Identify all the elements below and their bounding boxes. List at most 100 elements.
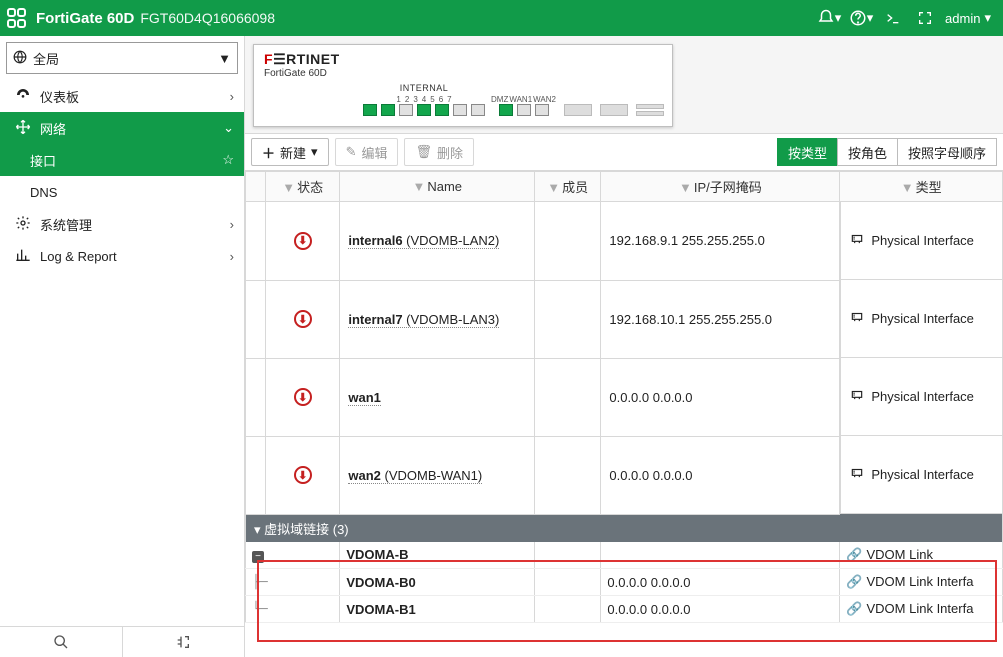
view-by-type[interactable]: 按类型 <box>777 138 838 166</box>
nav-dns[interactable]: DNS <box>0 176 244 208</box>
port[interactable] <box>417 104 431 116</box>
fullscreen-icon[interactable] <box>909 0 941 36</box>
user-label: admin <box>945 11 980 26</box>
create-button[interactable]: ＋新建 ▾ <box>251 138 329 166</box>
product-name: FortiGate 60D <box>36 10 134 27</box>
brand-a: F <box>264 51 273 67</box>
view-alpha[interactable]: 按照字母顺序 <box>897 138 997 166</box>
cell-type: 🔗VDOM Link <box>840 542 1003 569</box>
cell-name: VDOMA-B <box>340 542 535 569</box>
trash-icon: 🗑 <box>415 144 432 160</box>
search-icon[interactable] <box>0 627 122 657</box>
tree-collapse-icon[interactable]: − <box>252 551 264 563</box>
btn-label: 新建 <box>280 143 306 162</box>
help-icon[interactable]: ▾ <box>845 0 877 36</box>
tree-branch-icon: ├─ <box>252 575 268 590</box>
physical-port-icon <box>849 310 865 327</box>
table-header-row: ▼状态 ▼Name ▼成员 ▼IP/子网掩码 ▼类型 <box>246 172 1003 202</box>
chevron-right-icon: › <box>230 217 234 232</box>
cell-name: internal6 (VDOMB-LAN2) <box>340 202 535 281</box>
delete-button[interactable]: 🗑删除 <box>404 138 474 166</box>
port[interactable] <box>471 104 485 116</box>
cli-icon[interactable] <box>877 0 909 36</box>
status-down-icon: ⬇ <box>294 466 312 484</box>
filter-icon: ▼ <box>282 180 295 195</box>
cell-ip: 192.168.9.1 255.255.255.0 <box>601 202 840 281</box>
cell-name: VDOMA-B1 <box>340 596 535 623</box>
cell-type: 🔗VDOM Link Interfa <box>840 569 1003 596</box>
nav-sub-label: 接口 <box>30 151 56 170</box>
port[interactable] <box>453 104 467 116</box>
link-icon: 🔗 <box>846 601 862 616</box>
device-widget: F☰RTINET FortiGate 60D INTERNAL 1234567 … <box>253 44 673 127</box>
vdom-label: 全局 <box>33 49 59 68</box>
col-members[interactable]: ▼成员 <box>535 172 601 202</box>
nav-label: 网络 <box>40 119 66 138</box>
section-header[interactable]: ▾ 虚拟域链接 (3) <box>246 514 1003 542</box>
nav: 仪表板 › 网络 ⌄ 接口 ☆ DNS 系统管理 <box>0 80 244 626</box>
serial-number: FGT60D4Q16066098 <box>140 10 275 26</box>
user-menu[interactable]: admin ▾ <box>941 10 995 26</box>
edit-button[interactable]: ✎编辑 <box>335 138 399 166</box>
slot <box>564 104 592 116</box>
interface-table: ▼状态 ▼Name ▼成员 ▼IP/子网掩码 ▼类型 ⬇ internal6 (V… <box>245 171 1003 657</box>
gauge-icon <box>14 87 32 106</box>
star-icon[interactable]: ☆ <box>222 152 234 168</box>
table-row[interactable]: ⬇internal7 (VDOMB-LAN3)192.168.10.1 255.… <box>246 280 1003 358</box>
cell-type: Physical Interface <box>840 280 1002 358</box>
cell-type: 🔗VDOM Link Interfa <box>840 596 1003 623</box>
cell-ip: 0.0.0.0 0.0.0.0 <box>601 358 840 436</box>
table-row[interactable]: └─VDOMA-B10.0.0.0 0.0.0.0🔗VDOM Link Inte… <box>246 596 1003 623</box>
collapse-icon[interactable] <box>122 627 245 657</box>
col-status[interactable]: ▼状态 <box>266 172 340 202</box>
logo-icon <box>6 7 28 29</box>
table-row[interactable]: ⬇wan10.0.0.0 0.0.0.0 Physical Interface <box>246 358 1003 436</box>
table-row[interactable]: − VDOMA-B 🔗VDOM Link <box>246 542 1003 569</box>
cell-ip: 0.0.0.0 0.0.0.0 <box>601 596 840 623</box>
physical-port-icon <box>849 466 865 483</box>
brand-b: RTINET <box>286 51 340 67</box>
col-ip[interactable]: ▼IP/子网掩码 <box>601 172 840 202</box>
device-model: FortiGate 60D <box>264 68 662 79</box>
port[interactable] <box>499 104 513 116</box>
port[interactable] <box>435 104 449 116</box>
table-row[interactable]: ⬇ internal6 (VDOMB-LAN2) 192.168.9.1 255.2… <box>246 202 1003 281</box>
sidebar-bottom <box>0 626 244 657</box>
cell-name: wan2 (VDOMB-WAN1) <box>340 436 535 514</box>
status-down-icon: ⬇ <box>294 232 312 250</box>
table-row[interactable]: ⬇ wan2 (VDOMB-WAN1) 0.0.0.0 0.0.0.0 Physic… <box>246 436 1003 514</box>
vdom-selector[interactable]: 全局 ▼ <box>6 42 238 74</box>
port[interactable] <box>381 104 395 116</box>
slot <box>636 104 664 109</box>
sidebar: 全局 ▼ 仪表板 › 网络 ⌄ 接口 ☆ <box>0 36 245 657</box>
col-expand[interactable] <box>246 172 266 202</box>
main: F☰RTINET FortiGate 60D INTERNAL 1234567 … <box>245 36 1003 657</box>
port[interactable] <box>399 104 413 116</box>
port[interactable] <box>535 104 549 116</box>
cell-ip: 0.0.0.0 0.0.0.0 <box>601 436 840 514</box>
cell-type: Physical Interface <box>840 436 1002 514</box>
cell-ip: 192.168.10.1 255.255.255.0 <box>601 280 840 358</box>
table-row[interactable]: ├─VDOMA-B00.0.0.0 0.0.0.0🔗VDOM Link Inte… <box>246 569 1003 596</box>
pencil-icon: ✎ <box>346 144 357 160</box>
port-group-label: INTERNAL <box>400 83 449 93</box>
view-by-role[interactable]: 按角色 <box>837 138 898 166</box>
filter-icon: ▼ <box>901 180 914 195</box>
port[interactable] <box>517 104 531 116</box>
notifications-icon[interactable]: ▾ <box>813 0 845 36</box>
physical-port-icon <box>849 388 865 405</box>
slot <box>636 111 664 116</box>
internal-ports: INTERNAL 1234567 <box>363 83 485 116</box>
nav-network[interactable]: 网络 ⌄ <box>0 112 244 144</box>
nav-dashboard[interactable]: 仪表板 › <box>0 80 244 112</box>
nav-system[interactable]: 系统管理 › <box>0 208 244 240</box>
status-down-icon: ⬇ <box>294 388 312 406</box>
port[interactable] <box>363 104 377 116</box>
nav-label: 系统管理 <box>40 215 92 234</box>
cell-name: wan1 <box>340 358 535 436</box>
col-name[interactable]: ▼Name <box>340 172 535 202</box>
nav-log[interactable]: Log & Report › <box>0 240 244 272</box>
col-type[interactable]: ▼类型 <box>840 172 1003 202</box>
nav-interfaces[interactable]: 接口 ☆ <box>0 144 244 176</box>
link-icon: 🔗 <box>846 547 862 562</box>
